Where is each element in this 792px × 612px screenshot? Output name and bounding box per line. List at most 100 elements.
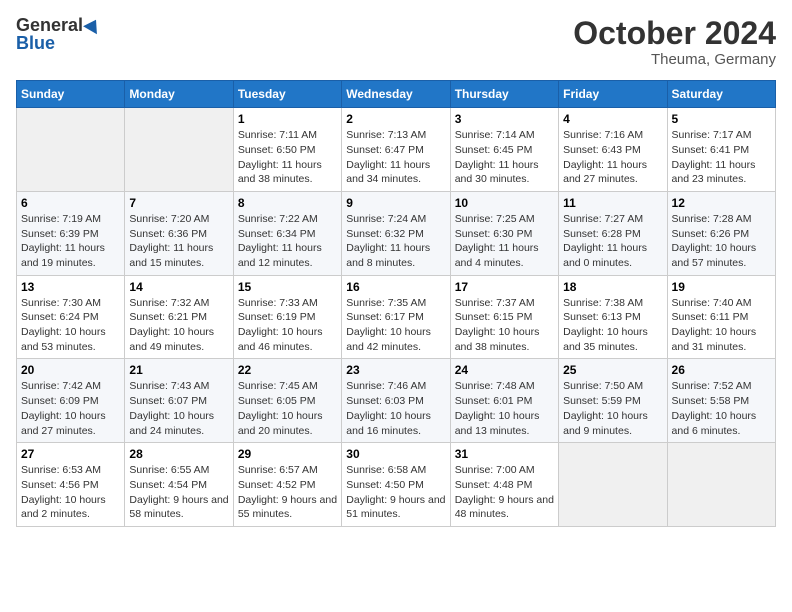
weekday-header-tuesday: Tuesday — [233, 81, 341, 108]
day-number: 14 — [129, 280, 228, 294]
calendar-cell — [559, 443, 667, 527]
day-number: 10 — [455, 196, 554, 210]
day-info: Sunrise: 6:57 AM Sunset: 4:52 PM Dayligh… — [238, 463, 337, 522]
calendar-cell: 21Sunrise: 7:43 AM Sunset: 6:07 PM Dayli… — [125, 359, 233, 443]
calendar-cell: 12Sunrise: 7:28 AM Sunset: 6:26 PM Dayli… — [667, 191, 775, 275]
logo-general-text: General — [16, 16, 83, 34]
calendar-cell: 18Sunrise: 7:38 AM Sunset: 6:13 PM Dayli… — [559, 275, 667, 359]
day-number: 13 — [21, 280, 120, 294]
calendar-cell: 2 Sunrise: 7:13 AM Sunset: 6:47 PM Daylig… — [342, 108, 450, 192]
calendar-cell: 17Sunrise: 7:37 AM Sunset: 6:15 PM Dayli… — [450, 275, 558, 359]
day-number: 21 — [129, 363, 228, 377]
day-number: 6 — [21, 196, 120, 210]
weekday-header-row: SundayMondayTuesdayWednesdayThursdayFrid… — [17, 81, 776, 108]
day-info: Sunrise: 7:22 AM Sunset: 6:34 PM Dayligh… — [238, 212, 337, 271]
day-number: 29 — [238, 447, 337, 461]
calendar-cell: 3Sunrise: 7:14 AM Sunset: 6:45 PM Daylig… — [450, 108, 558, 192]
day-number: 7 — [129, 196, 228, 210]
day-number: 2 — [346, 112, 445, 126]
day-info: Sunrise: 6:58 AM Sunset: 4:50 PM Dayligh… — [346, 463, 445, 522]
calendar-cell: 27 Sunrise: 6:53 AM Sunset: 4:56 PM Dayli… — [17, 443, 125, 527]
calendar-table: SundayMondayTuesdayWednesdayThursdayFrid… — [16, 80, 776, 527]
day-number: 16 — [346, 280, 445, 294]
weekday-header-sunday: Sunday — [17, 81, 125, 108]
calendar-cell: 28 Sunrise: 6:55 AM Sunset: 4:54 PM Dayli… — [125, 443, 233, 527]
weekday-header-thursday: Thursday — [450, 81, 558, 108]
calendar-week-4: 20 Sunrise: 7:42 AM Sunset: 6:09 PM Dayli… — [17, 359, 776, 443]
day-info: Sunrise: 7:52 AM Sunset: 5:58 PM Dayligh… — [672, 379, 771, 438]
calendar-cell: 25Sunrise: 7:50 AM Sunset: 5:59 PM Dayli… — [559, 359, 667, 443]
day-number: 24 — [455, 363, 554, 377]
calendar-cell: 29 Sunrise: 6:57 AM Sunset: 4:52 PM Dayli… — [233, 443, 341, 527]
weekday-header-friday: Friday — [559, 81, 667, 108]
calendar-week-2: 6 Sunrise: 7:19 AM Sunset: 6:39 PM Daylig… — [17, 191, 776, 275]
weekday-header-monday: Monday — [125, 81, 233, 108]
calendar-cell: 8 Sunrise: 7:22 AM Sunset: 6:34 PM Daylig… — [233, 191, 341, 275]
calendar-cell: 9 Sunrise: 7:24 AM Sunset: 6:32 PM Daylig… — [342, 191, 450, 275]
calendar-cell: 31 Sunrise: 7:00 AM Sunset: 4:48 PM Dayli… — [450, 443, 558, 527]
day-number: 11 — [563, 196, 662, 210]
day-info: Sunrise: 7:00 AM Sunset: 4:48 PM Dayligh… — [455, 463, 554, 522]
calendar-cell: 24 Sunrise: 7:48 AM Sunset: 6:01 PM Dayli… — [450, 359, 558, 443]
calendar-cell: 1Sunrise: 7:11 AM Sunset: 6:50 PM Daylig… — [233, 108, 341, 192]
calendar-cell — [17, 108, 125, 192]
calendar-cell: 4Sunrise: 7:16 AM Sunset: 6:43 PM Daylig… — [559, 108, 667, 192]
day-info: Sunrise: 7:35 AM Sunset: 6:17 PM Dayligh… — [346, 296, 445, 355]
day-info: Sunrise: 7:42 AM Sunset: 6:09 PM Dayligh… — [21, 379, 120, 438]
day-info: Sunrise: 6:53 AM Sunset: 4:56 PM Dayligh… — [21, 463, 120, 522]
day-info: Sunrise: 7:16 AM Sunset: 6:43 PM Dayligh… — [563, 128, 662, 187]
day-number: 17 — [455, 280, 554, 294]
calendar-cell — [667, 443, 775, 527]
calendar-cell: 26 Sunrise: 7:52 AM Sunset: 5:58 PM Dayli… — [667, 359, 775, 443]
day-number: 8 — [238, 196, 337, 210]
day-info: Sunrise: 7:30 AM Sunset: 6:24 PM Dayligh… — [21, 296, 120, 355]
day-info: Sunrise: 7:19 AM Sunset: 6:39 PM Dayligh… — [21, 212, 120, 271]
calendar-cell: 30 Sunrise: 6:58 AM Sunset: 4:50 PM Dayli… — [342, 443, 450, 527]
day-info: Sunrise: 7:25 AM Sunset: 6:30 PM Dayligh… — [455, 212, 554, 271]
day-number: 3 — [455, 112, 554, 126]
calendar-cell: 11 Sunrise: 7:27 AM Sunset: 6:28 PM Dayli… — [559, 191, 667, 275]
day-number: 25 — [563, 363, 662, 377]
day-info: Sunrise: 7:24 AM Sunset: 6:32 PM Dayligh… — [346, 212, 445, 271]
title-block: October 2024 Theuma, Germany — [573, 16, 776, 68]
day-info: Sunrise: 6:55 AM Sunset: 4:54 PM Dayligh… — [129, 463, 228, 522]
logo-triangle-icon — [83, 16, 103, 34]
day-number: 30 — [346, 447, 445, 461]
calendar-cell: 10 Sunrise: 7:25 AM Sunset: 6:30 PM Dayli… — [450, 191, 558, 275]
calendar-cell: 14 Sunrise: 7:32 AM Sunset: 6:21 PM Dayli… — [125, 275, 233, 359]
day-info: Sunrise: 7:32 AM Sunset: 6:21 PM Dayligh… — [129, 296, 228, 355]
day-info: Sunrise: 7:13 AM Sunset: 6:47 PM Dayligh… — [346, 128, 445, 187]
day-number: 20 — [21, 363, 120, 377]
calendar-cell — [125, 108, 233, 192]
day-number: 27 — [21, 447, 120, 461]
calendar-cell: 23Sunrise: 7:46 AM Sunset: 6:03 PM Dayli… — [342, 359, 450, 443]
day-info: Sunrise: 7:28 AM Sunset: 6:26 PM Dayligh… — [672, 212, 771, 271]
day-number: 23 — [346, 363, 445, 377]
calendar-cell: 6 Sunrise: 7:19 AM Sunset: 6:39 PM Daylig… — [17, 191, 125, 275]
day-number: 15 — [238, 280, 337, 294]
calendar-cell: 13 Sunrise: 7:30 AM Sunset: 6:24 PM Dayli… — [17, 275, 125, 359]
calendar-week-3: 13 Sunrise: 7:30 AM Sunset: 6:24 PM Dayli… — [17, 275, 776, 359]
calendar-cell: 19 Sunrise: 7:40 AM Sunset: 6:11 PM Dayli… — [667, 275, 775, 359]
calendar-cell: 5Sunrise: 7:17 AM Sunset: 6:41 PM Daylig… — [667, 108, 775, 192]
day-number: 26 — [672, 363, 771, 377]
location-subtitle: Theuma, Germany — [573, 51, 776, 68]
calendar-cell: 20 Sunrise: 7:42 AM Sunset: 6:09 PM Dayli… — [17, 359, 125, 443]
day-number: 1 — [238, 112, 337, 126]
month-title: October 2024 — [573, 16, 776, 51]
calendar-cell: 15 Sunrise: 7:33 AM Sunset: 6:19 PM Dayli… — [233, 275, 341, 359]
day-info: Sunrise: 7:40 AM Sunset: 6:11 PM Dayligh… — [672, 296, 771, 355]
day-info: Sunrise: 7:48 AM Sunset: 6:01 PM Dayligh… — [455, 379, 554, 438]
day-info: Sunrise: 7:27 AM Sunset: 6:28 PM Dayligh… — [563, 212, 662, 271]
day-number: 31 — [455, 447, 554, 461]
calendar-week-5: 27 Sunrise: 6:53 AM Sunset: 4:56 PM Dayli… — [17, 443, 776, 527]
day-number: 28 — [129, 447, 228, 461]
day-info: Sunrise: 7:33 AM Sunset: 6:19 PM Dayligh… — [238, 296, 337, 355]
day-number: 22 — [238, 363, 337, 377]
calendar-cell: 7Sunrise: 7:20 AM Sunset: 6:36 PM Daylig… — [125, 191, 233, 275]
logo-blue-text: Blue — [16, 34, 55, 52]
weekday-header-wednesday: Wednesday — [342, 81, 450, 108]
day-number: 9 — [346, 196, 445, 210]
day-number: 18 — [563, 280, 662, 294]
day-number: 19 — [672, 280, 771, 294]
